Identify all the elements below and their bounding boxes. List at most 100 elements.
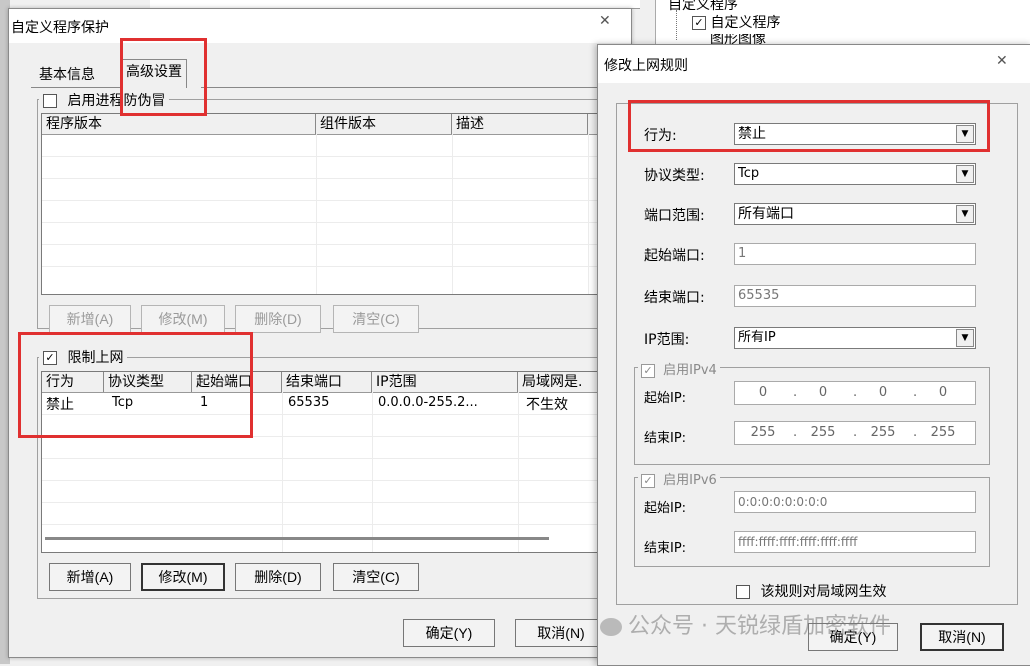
ip-range-label: IP范围: — [644, 332, 690, 348]
cell-lan: 不生效 — [526, 397, 568, 413]
program-version-list[interactable]: 程序版本 组件版本 描述 — [41, 113, 623, 295]
action-select[interactable]: 禁止 ▼ — [734, 123, 976, 145]
ip-octet: 255 — [810, 425, 836, 440]
clear-program-button[interactable]: 清空(C) — [333, 305, 419, 333]
add-program-button[interactable]: 新增(A) — [49, 305, 131, 333]
watermark: 公众号 · 天锐绿盾加密软件 — [600, 608, 891, 640]
ipv6-end-input[interactable]: ffff:ffff:ffff:ffff:ffff:ffff — [734, 531, 976, 553]
grid-line — [42, 436, 622, 437]
checkbox-checked-icon[interactable]: ✓ — [43, 351, 57, 365]
grid-line — [42, 502, 622, 503]
port-range-select[interactable]: 所有端口 ▼ — [734, 203, 976, 225]
horizontal-scrollbar-thumb[interactable] — [45, 537, 549, 540]
ip-octet: 255 — [870, 425, 896, 440]
lan-effect-checkbox[interactable]: 该规则对局域网生效 — [736, 581, 886, 601]
grid-line — [42, 178, 622, 179]
start-port-input[interactable]: 1 — [734, 243, 976, 265]
ipv4-checkbox[interactable]: ✓ 启用IPv4 — [638, 359, 720, 378]
checkbox-unchecked-icon[interactable] — [736, 585, 750, 599]
window-title: 自定义程序保护 — [11, 20, 109, 36]
ipv4-start-input[interactable]: 0 . 0 . 0 . 0 — [734, 381, 976, 405]
close-icon[interactable]: ✕ — [599, 13, 611, 29]
column-end-port[interactable]: 结束端口 — [282, 372, 372, 392]
tab-basic-info[interactable]: 基本信息 — [35, 63, 99, 87]
dialog-cancel-button[interactable]: 取消(N) — [920, 623, 1004, 651]
protocol-select[interactable]: Tcp ▼ — [734, 163, 976, 185]
end-port-label: 结束端口: — [644, 290, 705, 306]
port-range-label: 端口范围: — [644, 208, 705, 224]
grid-line — [42, 458, 622, 459]
delete-program-button[interactable]: 删除(D) — [235, 305, 321, 333]
close-icon[interactable]: ✕ — [996, 53, 1008, 69]
checkbox-unchecked-icon[interactable] — [43, 94, 57, 108]
column-program-version[interactable]: 程序版本 — [42, 114, 316, 134]
grid-line — [42, 266, 622, 267]
ip-dot: . — [913, 385, 918, 400]
cancel-button[interactable]: 取消(N) — [515, 619, 607, 647]
checkbox-checked-icon[interactable]: ✓ — [641, 363, 655, 378]
limit-internet-checkbox[interactable]: ✓ 限制上网 — [39, 347, 128, 367]
ip-range-select[interactable]: 所有IP ▼ — [734, 327, 976, 349]
background-tree-panel: 自定义程序 ✓ 自定义程序 图形图像 — [655, 0, 1030, 48]
dialog-title-bar: 修改上网规则 ✕ — [598, 45, 1030, 83]
modify-program-button[interactable]: 修改(M) — [141, 305, 225, 333]
chevron-down-icon[interactable]: ▼ — [956, 329, 974, 347]
ip-dot: . — [793, 425, 798, 440]
rules-list[interactable]: 行为 协议类型 起始端口 结束端口 IP范围 局域网是. 禁止 Tcp 1 65… — [41, 371, 623, 553]
list-header: 程序版本 组件版本 描述 — [42, 114, 622, 135]
ip-octet: 0 — [758, 385, 768, 400]
start-port-label: 起始端口: — [644, 248, 705, 264]
dialog-title: 修改上网规则 — [604, 58, 688, 74]
modify-rule-button[interactable]: 修改(M) — [141, 563, 225, 591]
column-ip-range[interactable]: IP范围 — [372, 372, 518, 392]
anti-spoof-checkbox[interactable]: 启用进程防伪冒 — [39, 90, 170, 110]
grid-line — [42, 244, 622, 245]
add-rule-button[interactable]: 新增(A) — [49, 563, 131, 591]
ip-octet: 255 — [930, 425, 956, 440]
grid-line — [282, 392, 283, 552]
grid-line — [42, 200, 622, 201]
grid-line — [42, 156, 622, 157]
ip-octet: 0 — [818, 385, 828, 400]
grid-line — [518, 392, 519, 552]
column-component-version[interactable]: 组件版本 — [316, 114, 452, 134]
column-description[interactable]: 描述 — [452, 114, 588, 134]
list-header: 行为 协议类型 起始端口 结束端口 IP范围 局域网是. — [42, 372, 622, 393]
clear-rule-button[interactable]: 清空(C) — [333, 563, 419, 591]
grid-line — [452, 134, 453, 294]
ipv6-start-input[interactable]: 0:0:0:0:0:0:0:0 — [734, 491, 976, 513]
tab-advanced-settings[interactable]: 高级设置 — [121, 59, 187, 88]
grid-line — [588, 134, 589, 294]
ip-octet: 0 — [938, 385, 948, 400]
chevron-down-icon[interactable]: ▼ — [956, 125, 974, 143]
tree-item-graphics[interactable]: 图形图像 — [692, 34, 766, 44]
chevron-down-icon[interactable]: ▼ — [956, 205, 974, 223]
tab-line — [31, 87, 121, 88]
chevron-down-icon[interactable]: ▼ — [956, 165, 974, 183]
ipv4-end-input[interactable]: 255 . 255 . 255 . 255 — [734, 421, 976, 445]
grid-line — [372, 392, 373, 552]
action-label: 行为: — [644, 128, 677, 144]
table-row[interactable]: 禁止 Tcp 1 65535 0.0.0.0-255.2... 不生效 — [42, 394, 622, 414]
checkbox-checked-icon[interactable]: ✓ — [641, 473, 655, 488]
column-protocol[interactable]: 协议类型 — [104, 372, 192, 392]
cell-action: 禁止 — [46, 397, 74, 413]
grid-line — [42, 414, 622, 415]
tree-item-custom[interactable]: ✓ 自定义程序 — [692, 12, 780, 32]
cell-end-port: 65535 — [288, 395, 330, 410]
column-start-port[interactable]: 起始端口 — [192, 372, 282, 392]
checkbox-checked-icon[interactable]: ✓ — [692, 16, 706, 30]
custom-program-protection-window: 自定义程序保护 ✕ 基本信息 高级设置 启用进程防伪冒 程序版本 组件版本 描述… — [8, 8, 632, 658]
ipv6-start-label: 起始IP: — [644, 501, 687, 516]
end-port-input[interactable]: 65535 — [734, 285, 976, 307]
column-action[interactable]: 行为 — [42, 372, 104, 392]
title-bar: 自定义程序保护 ✕ — [9, 9, 631, 43]
grid-line — [42, 222, 622, 223]
ipv6-checkbox[interactable]: ✓ 启用IPv6 — [638, 469, 720, 488]
protocol-label: 协议类型: — [644, 168, 705, 184]
ok-button[interactable]: 确定(Y) — [403, 619, 495, 647]
ipv6-end-label: 结束IP: — [644, 541, 687, 556]
cell-start-port: 1 — [200, 395, 209, 410]
delete-rule-button[interactable]: 删除(D) — [235, 563, 321, 591]
modify-internet-rule-dialog: 修改上网规则 ✕ 行为: 禁止 ▼ 协议类型: Tcp ▼ 端口范围: 所有端口… — [597, 44, 1030, 666]
